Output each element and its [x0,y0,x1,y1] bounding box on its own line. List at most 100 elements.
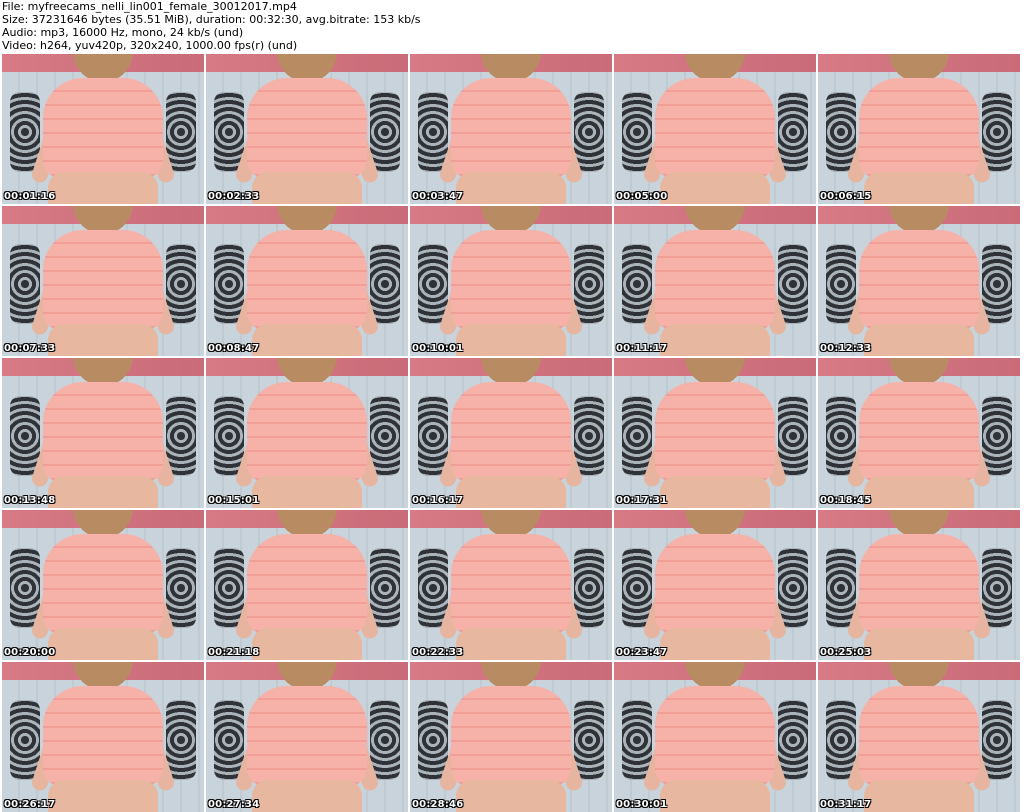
pink-ruffled-top [859,382,979,482]
timestamp-label: 00:28:46 [412,799,464,810]
pillow-right [166,244,196,324]
video-frame-thumbnail: 00:06:15 [818,54,1020,204]
video-frame-thumbnail: 00:07:33 [2,206,204,356]
pillow-right [982,548,1012,628]
video-frame-thumbnail: 00:02:33 [206,54,408,204]
pillow-right [982,396,1012,476]
video-frame-thumbnail: 00:27:34 [206,662,408,812]
pillow-right [370,92,400,172]
pillow-right [166,92,196,172]
person-legs [252,324,362,356]
pillow-right [166,700,196,780]
video-frame-thumbnail: 00:20:00 [2,510,204,660]
person-legs [660,476,770,508]
person-legs [252,628,362,660]
pink-ruffled-top [655,534,775,634]
timestamp-label: 00:27:34 [208,799,260,810]
person-legs [864,628,974,660]
person-legs [456,172,566,204]
video-info-line: Video: h264, yuv420p, 320x240, 1000.00 f… [2,39,298,52]
person-legs [48,172,158,204]
timestamp-label: 00:10:01 [412,343,464,354]
person-legs [48,780,158,812]
pillow-right [574,244,604,324]
timestamp-label: 00:07:33 [4,343,56,354]
pink-ruffled-top [859,230,979,330]
pillow-right [166,396,196,476]
person-legs [456,324,566,356]
video-frame-thumbnail: 00:16:17 [410,358,612,508]
person-legs [864,172,974,204]
video-frame-thumbnail: 00:21:18 [206,510,408,660]
timestamp-label: 00:05:00 [616,191,668,202]
pillow-right [574,700,604,780]
pillow-right [370,244,400,324]
video-frame-thumbnail: 00:05:00 [614,54,816,204]
person-legs [252,172,362,204]
pink-ruffled-top [247,382,367,482]
pink-ruffled-top [655,382,775,482]
timestamp-label: 00:16:17 [412,495,464,506]
video-frame-thumbnail: 00:26:17 [2,662,204,812]
pink-ruffled-top [43,230,163,330]
video-frame-thumbnail: 00:28:46 [410,662,612,812]
file-name-line: File: myfreecams_nelli_lin001_female_300… [2,0,297,13]
timestamp-label: 00:20:00 [4,647,56,658]
pink-ruffled-top [859,78,979,178]
timestamp-label: 00:11:17 [616,343,668,354]
pillow-right [778,244,808,324]
timestamp-label: 00:25:03 [820,647,872,658]
timestamp-label: 00:13:48 [4,495,56,506]
person-legs [660,780,770,812]
person-legs [456,628,566,660]
video-frame-thumbnail: 00:03:47 [410,54,612,204]
pillow-right [166,548,196,628]
person-legs [864,780,974,812]
person-legs [48,628,158,660]
audio-info-line: Audio: mp3, 16000 Hz, mono, 24 kb/s (und… [2,26,244,39]
timestamp-label: 00:18:45 [820,495,872,506]
pillow-right [982,92,1012,172]
timestamp-label: 00:17:31 [616,495,668,506]
video-frame-thumbnail: 00:08:47 [206,206,408,356]
pink-ruffled-top [247,686,367,786]
pink-ruffled-top [43,382,163,482]
video-frame-thumbnail: 00:17:31 [614,358,816,508]
timestamp-label: 00:21:18 [208,647,260,658]
person-legs [864,476,974,508]
timestamp-label: 00:15:01 [208,495,260,506]
pink-ruffled-top [247,78,367,178]
video-frame-thumbnail: 00:01:16 [2,54,204,204]
timestamp-label: 00:31:17 [820,799,872,810]
pillow-right [982,244,1012,324]
video-frame-thumbnail: 00:31:17 [818,662,1020,812]
timestamp-label: 00:01:16 [4,191,56,202]
person-legs [252,476,362,508]
pink-ruffled-top [43,534,163,634]
pink-ruffled-top [43,686,163,786]
pink-ruffled-top [451,78,571,178]
pillow-right [778,396,808,476]
pink-ruffled-top [247,230,367,330]
size-duration-line: Size: 37231646 bytes (35.51 MiB), durati… [2,13,421,26]
pillow-right [574,396,604,476]
person-legs [660,324,770,356]
timestamp-label: 00:12:33 [820,343,872,354]
pillow-right [370,396,400,476]
pink-ruffled-top [451,534,571,634]
pink-ruffled-top [451,686,571,786]
video-frame-thumbnail: 00:18:45 [818,358,1020,508]
video-frame-thumbnail: 00:11:17 [614,206,816,356]
person-legs [864,324,974,356]
video-frame-thumbnail: 00:10:01 [410,206,612,356]
person-legs [48,476,158,508]
timestamp-label: 00:26:17 [4,799,56,810]
pink-ruffled-top [451,382,571,482]
timestamp-label: 00:22:33 [412,647,464,658]
pink-ruffled-top [43,78,163,178]
timestamp-label: 00:08:47 [208,343,260,354]
timestamp-label: 00:03:47 [412,191,464,202]
video-frame-thumbnail: 00:13:48 [2,358,204,508]
person-legs [456,780,566,812]
pink-ruffled-top [859,686,979,786]
